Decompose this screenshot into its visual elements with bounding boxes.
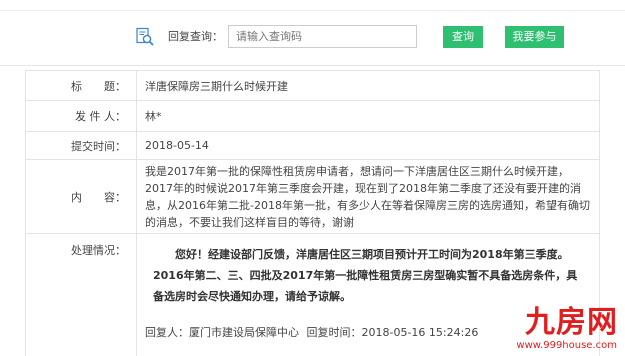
query-button[interactable]: 查询 xyxy=(443,26,483,48)
reply-label: 处理情况： xyxy=(25,233,137,356)
top-divider xyxy=(0,10,625,11)
replier: 回复人：厦门市建设局保障中心 xyxy=(145,326,299,339)
title-label: 标 题： xyxy=(25,70,137,101)
search-bar: 回复查询： 查询 我要参与 xyxy=(0,0,625,66)
submit-time-row: 提交时间： 2018-05-14 xyxy=(25,131,600,160)
sender-value: 林* xyxy=(136,100,600,132)
content-value: 我是2017年第一批的保障性租赁房申请者，想请问一下洋唐居住区三期什么时候开建，… xyxy=(136,159,600,234)
content-row: 内 容： 我是2017年第一批的保障性租赁房申请者，想请问一下洋唐居住区三期什么… xyxy=(25,159,600,234)
reply-query-label: 回复查询： xyxy=(168,30,223,43)
title-value: 洋唐保障房三期什么时候开建 xyxy=(136,70,600,101)
sender-label: 发 件 人： xyxy=(25,100,137,132)
site-watermark: 九房网 www.999house.com xyxy=(510,306,620,356)
sender-row: 发 件 人： 林* xyxy=(25,100,600,132)
reply-footer: 回复人：厦门市建设局保障中心 回复时间：2018-05-16 15:24:26 xyxy=(145,324,482,340)
content-label: 内 容： xyxy=(25,159,137,234)
title-row: 标 题： 洋唐保障房三期什么时候开建 xyxy=(25,70,600,101)
watermark-brand: 九房网 xyxy=(525,305,618,340)
query-code-input[interactable] xyxy=(228,25,417,48)
reply-time: 回复时间：2018-05-16 15:24:26 xyxy=(306,326,479,339)
submit-time-label: 提交时间： xyxy=(25,131,137,160)
reply-body: 您好！经建设部门反馈，洋唐居住区三期项目预计开工时间为2018年第三季度。201… xyxy=(153,248,578,303)
submit-time-value: 2018-05-14 xyxy=(136,131,600,160)
search-icon xyxy=(135,27,155,47)
watermark-url: www.999house.com xyxy=(516,340,617,351)
join-button[interactable]: 我要参与 xyxy=(505,26,564,48)
